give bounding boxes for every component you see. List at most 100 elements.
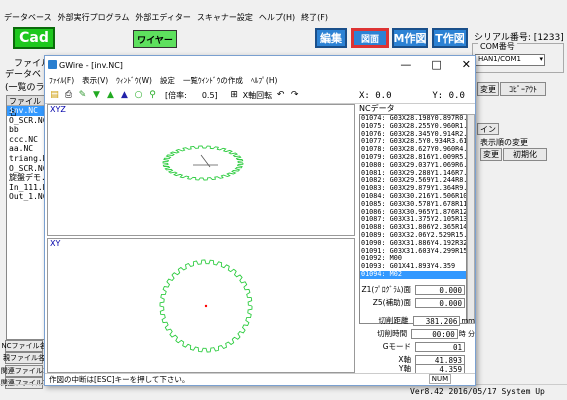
list-item[interactable]: 旋盤デモ.NC [7, 173, 47, 183]
menu-external-program[interactable]: 外部実行プログラム [58, 12, 130, 23]
pin-icon[interactable]: ⚲ [147, 90, 158, 101]
nc-line[interactable]: 01092: M00 [360, 255, 466, 263]
arrow-up-blue-icon[interactable]: ▲ [119, 90, 130, 101]
nc-line[interactable]: 01078: G03X28.627Y0.960R4.593 [360, 146, 466, 154]
gw-menu-list-window[interactable]: 一覧ｳｲﾝﾄﾞｳの作成 [183, 75, 243, 86]
nc-filename-button[interactable]: NCファイル名 [1, 340, 47, 352]
g-mode-row: Gモード 01 [357, 341, 475, 352]
view-xyz[interactable]: XYZ [47, 104, 355, 236]
nc-line[interactable]: 01087: G03X31.375Y2.105R13.44 [360, 216, 466, 224]
cut-time-label: 切削時間 [377, 329, 408, 338]
list-item[interactable]: In_111.NC [7, 183, 47, 193]
menu-database[interactable]: データベース [4, 12, 52, 23]
com-group-label: COM番号 [478, 41, 517, 52]
com-select[interactable]: HAN1/COM1 ▾ [475, 54, 545, 66]
t-drawing-button[interactable]: T作図 [432, 28, 468, 48]
circle-icon[interactable]: ○ [133, 90, 144, 101]
g-mode-value: 01 [415, 341, 465, 352]
nc-line[interactable]: 01079: G03X28.816Y1.009R5.576 [360, 154, 466, 162]
maximize-icon[interactable]: □ [431, 58, 441, 71]
close-icon[interactable]: ✕ [462, 58, 471, 71]
cut-time-row: 切削時間 00:00 時 分 [357, 328, 475, 339]
nc-line[interactable]: 01084: G03X30.216Y1.506R10.49 [360, 193, 466, 201]
gwire-window: GWire - [inv.NC] — □ ✕ ﾌｧｲﾙ(F) 表示(V) ｳｨﾝ… [44, 55, 476, 386]
nc-line[interactable]: 01081: G03X29.288Y1.146R7.543 [360, 170, 466, 178]
nc-line[interactable]: 01083: G03X29.879Y1.364R9.511 [360, 185, 466, 193]
gw-menu-window[interactable]: ｳｨﾝﾄﾞｳ(W) [116, 75, 152, 86]
ratio-label: [倍率: [165, 90, 187, 100]
nc-line[interactable]: 01094: M02 [360, 270, 466, 279]
list-item[interactable]: aa.NC [7, 144, 47, 154]
com-value: HAN1/COM1 [478, 55, 521, 63]
gwire-menubar: ﾌｧｲﾙ(F) 表示(V) ｳｨﾝﾄﾞｳ(W) 設定 一覧ｳｲﾝﾄﾞｳの作成 ﾍ… [45, 74, 475, 87]
rotate-right-icon[interactable]: ↷ [289, 90, 300, 101]
open-icon[interactable]: ▤ [49, 90, 60, 101]
nc-line[interactable]: 01076: G03X28.345Y0.914R2.628 [360, 131, 466, 139]
cut-time-value: 00:00 [411, 328, 458, 339]
nc-line[interactable]: 01080: G03X29.037Y1.069R6.559 [360, 162, 466, 170]
file-list-header[interactable]: ファイル名 [7, 96, 47, 117]
menu-help[interactable]: ヘルプ(H) [259, 12, 295, 23]
gw-menu-view[interactable]: 表示(V) [82, 75, 108, 86]
m-drawing-button[interactable]: M作図 [392, 28, 428, 48]
nc-line[interactable]: 01074: G03X28.198Y0.897R0.672 [360, 115, 466, 123]
z1-value: 0.000 [415, 284, 465, 295]
y-readout: Y: 0.0 [432, 91, 465, 101]
nc-line[interactable]: 01090: G03X31.886Y4.192R32.16 [360, 240, 466, 248]
line-button[interactable]: イン [477, 123, 499, 135]
list-item[interactable]: O_SCR.NC [7, 164, 47, 174]
list-item[interactable]: Out_1.NC [7, 192, 47, 202]
window-controls: — □ ✕ [400, 58, 471, 71]
copy-out-button[interactable]: ｺﾋﾟｰｱｳﾄ [500, 82, 546, 96]
menu-external-editor[interactable]: 外部エディター [135, 12, 190, 23]
related-file1-button[interactable]: 関連ファイル1 [1, 365, 47, 377]
cut-time-unit: 時 分 [458, 329, 475, 338]
nc-line[interactable]: 01091: G03X31.603Y4.299R15.41 [360, 248, 466, 256]
nc-line[interactable]: 01088: G03X31.806Y2.365R14.43 [360, 224, 466, 232]
xy-readout: X: 0.0 Y: 0.0 [359, 91, 465, 101]
gear-xy-drawing [159, 259, 253, 353]
list-item[interactable]: inv.NC [7, 106, 47, 116]
file-list[interactable]: ファイル名 inv.NC O_SCR.NC bb ccc.NC aa.NC tr… [6, 95, 48, 340]
grid-icon[interactable]: ⊞ [229, 90, 240, 101]
nc-line[interactable]: 01075: G03X28.255Y0.960R1.65 [360, 123, 466, 131]
list-label: (一覧のラ [5, 83, 45, 93]
wire-button[interactable]: ワイヤー [133, 30, 177, 48]
print-icon[interactable]: ⎙ [63, 90, 74, 101]
list-item[interactable]: bb [7, 125, 47, 135]
nc-line[interactable]: 01093: G01X41.893Y4.359 [360, 263, 466, 271]
nc-line[interactable]: 01085: G03X30.578Y1.678R11.47 [360, 201, 466, 209]
rotate-left-icon[interactable]: ↶ [275, 90, 286, 101]
z5-label: Z5(補助)面 [372, 298, 411, 307]
arrow-down-icon[interactable]: ▼ [91, 90, 102, 101]
order-change-button[interactable]: 変更 [480, 148, 502, 161]
gw-menu-settings[interactable]: 設定 [160, 75, 175, 86]
draw-icon[interactable]: ✎ [77, 90, 88, 101]
menu-scanner-settings[interactable]: スキャナー設定 [197, 12, 253, 23]
gear-xyz-drawing [162, 145, 244, 181]
nc-line[interactable]: 01086: G03X30.965Y1.876R12.46 [360, 209, 466, 217]
num-lock-indicator: NUM [429, 374, 451, 384]
gw-menu-file[interactable]: ﾌｧｲﾙ(F) [49, 75, 74, 86]
y-axis-value: 4.359 [415, 363, 465, 374]
parent-filename-button[interactable]: 親ファイル名 [3, 352, 45, 364]
gw-menu-help[interactable]: ﾍﾙﾌﾟ(H) [251, 75, 278, 86]
nc-line[interactable]: 01089: G03X32.06Y2.529R15.414 [360, 232, 466, 240]
arrow-up-green-icon[interactable]: ▲ [105, 90, 116, 101]
list-item[interactable]: O_SCR.NC [7, 116, 47, 126]
view-xy[interactable]: XY [47, 238, 355, 373]
edit-button[interactable]: 編集 [315, 28, 347, 48]
minimize-icon[interactable]: — [400, 58, 411, 71]
nc-line[interactable]: 01082: G03X29.569Y1.244R8.527 [360, 177, 466, 185]
drawing-button[interactable]: 図面 [351, 28, 389, 48]
list-item[interactable]: triang.NC [7, 154, 47, 164]
change-button[interactable]: 変更 [477, 82, 499, 96]
status-text: 作図の中断は[ESC]キーを押して下さい。 [49, 375, 190, 384]
x-rotate-label[interactable]: X軸回転 [243, 90, 272, 101]
menu-exit[interactable]: 終了(F) [301, 12, 328, 23]
list-item[interactable]: ccc.NC [7, 135, 47, 145]
nc-line[interactable]: 01077: G03X28.5Y0.934R3.61 [360, 138, 466, 146]
initialize-button[interactable]: 初期化 [503, 148, 547, 161]
ratio-value: 0.5] [201, 90, 218, 100]
cad-button[interactable]: Cad [13, 27, 55, 49]
